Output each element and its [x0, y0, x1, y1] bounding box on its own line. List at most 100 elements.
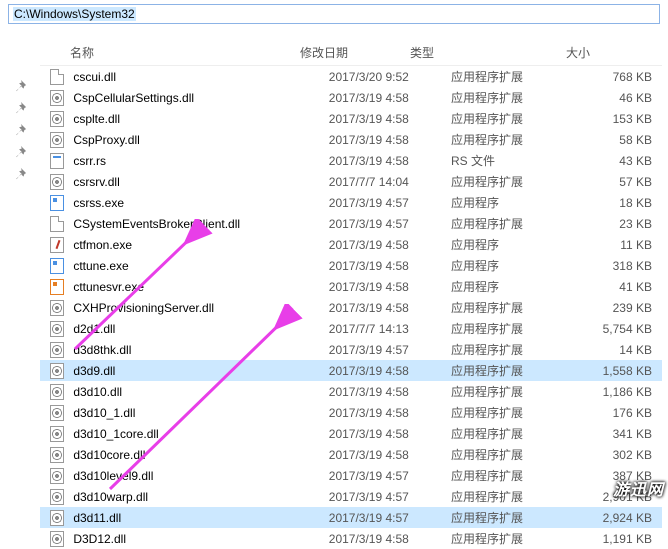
file-row[interactable]: csplte.dll2017/3/19 4:58应用程序扩展153 KB — [40, 108, 662, 129]
file-date: 2017/3/19 4:58 — [329, 129, 451, 150]
file-name: csrr.rs — [73, 150, 328, 171]
file-name: cttunesvr.exe — [73, 276, 328, 297]
file-name: cttune.exe — [73, 255, 328, 276]
file-row[interactable]: d2d1.dll2017/7/7 14:13应用程序扩展5,754 KB — [40, 318, 662, 339]
file-date: 2017/3/19 4:58 — [329, 150, 451, 171]
file-icon — [40, 108, 73, 129]
file-type: 应用程序扩展 — [451, 360, 562, 381]
file-size: 23 KB — [562, 213, 662, 234]
file-size: 14 KB — [562, 339, 662, 360]
file-size: 768 KB — [562, 66, 662, 87]
file-row[interactable]: cttune.exe2017/3/19 4:58应用程序318 KB — [40, 255, 662, 276]
file-size: 57 KB — [562, 171, 662, 192]
file-row[interactable]: CspCellularSettings.dll2017/3/19 4:58应用程… — [40, 87, 662, 108]
file-date: 2017/3/19 4:58 — [329, 234, 451, 255]
file-date: 2017/3/19 4:57 — [329, 486, 451, 507]
file-date: 2017/3/19 4:57 — [329, 465, 451, 486]
file-type: 应用程序扩展 — [451, 318, 562, 339]
file-row[interactable]: d3d10_1.dll2017/3/19 4:58应用程序扩展176 KB — [40, 402, 662, 423]
pin-icon[interactable] — [13, 145, 27, 159]
file-date: 2017/3/19 4:57 — [329, 213, 451, 234]
file-date: 2017/3/19 4:58 — [329, 297, 451, 318]
file-type: RS 文件 — [451, 150, 562, 171]
file-row[interactable]: d3d11.dll2017/3/19 4:57应用程序扩展2,924 KB — [40, 507, 662, 528]
file-row[interactable]: d3d10warp.dll2017/3/19 4:57应用程序扩展2,901 K… — [40, 486, 662, 507]
file-name: d3d10core.dll — [73, 444, 328, 465]
file-size: 41 KB — [562, 276, 662, 297]
pin-icon[interactable] — [13, 101, 27, 115]
file-type: 应用程序扩展 — [451, 423, 562, 444]
file-type: 应用程序扩展 — [451, 108, 562, 129]
file-date: 2017/3/19 4:58 — [329, 276, 451, 297]
file-icon — [40, 171, 73, 192]
file-row[interactable]: csrr.rs2017/3/19 4:58RS 文件43 KB — [40, 150, 662, 171]
file-size: 341 KB — [562, 423, 662, 444]
file-name: d2d1.dll — [73, 318, 328, 339]
header-name[interactable]: 名称 — [70, 44, 300, 61]
address-path[interactable]: C:\Windows\System32 — [13, 7, 136, 21]
file-row[interactable]: csrss.exe2017/3/19 4:57应用程序18 KB — [40, 192, 662, 213]
file-size: 2,924 KB — [562, 507, 662, 528]
file-icon — [40, 234, 73, 255]
file-row[interactable]: D3D12.dll2017/3/19 4:58应用程序扩展1,191 KB — [40, 528, 662, 549]
file-size: 46 KB — [562, 87, 662, 108]
file-type: 应用程序扩展 — [451, 87, 562, 108]
file-row[interactable]: CspProxy.dll2017/3/19 4:58应用程序扩展58 KB — [40, 129, 662, 150]
address-bar[interactable]: C:\Windows\System32 — [8, 4, 660, 24]
file-size: 153 KB — [562, 108, 662, 129]
header-date[interactable]: 修改日期 — [300, 44, 410, 61]
file-table: cscui.dll2017/3/20 9:52应用程序扩展768 KBCspCe… — [40, 66, 662, 549]
file-type: 应用程序 — [451, 192, 562, 213]
pin-icon[interactable] — [13, 79, 27, 93]
file-name: ctfmon.exe — [73, 234, 328, 255]
file-type: 应用程序 — [451, 255, 562, 276]
file-size: 318 KB — [562, 255, 662, 276]
file-icon — [40, 423, 73, 444]
file-name: d3d11.dll — [73, 507, 328, 528]
file-date: 2017/3/19 4:58 — [329, 423, 451, 444]
file-row[interactable]: d3d10.dll2017/3/19 4:58应用程序扩展1,186 KB — [40, 381, 662, 402]
file-icon — [40, 486, 73, 507]
file-date: 2017/3/19 4:58 — [329, 528, 451, 549]
file-type: 应用程序扩展 — [451, 339, 562, 360]
file-icon — [40, 255, 73, 276]
file-list-area: 名称 修改日期 类型 大小 cscui.dll2017/3/20 9:52应用程… — [40, 34, 668, 504]
pin-icon[interactable] — [13, 167, 27, 181]
file-row[interactable]: d3d8thk.dll2017/3/19 4:57应用程序扩展14 KB — [40, 339, 662, 360]
file-size: 58 KB — [562, 129, 662, 150]
file-date: 2017/3/19 4:58 — [329, 108, 451, 129]
file-icon — [40, 402, 73, 423]
file-row[interactable]: d3d10level9.dll2017/3/19 4:57应用程序扩展387 K… — [40, 465, 662, 486]
file-icon — [40, 192, 73, 213]
file-type: 应用程序扩展 — [451, 465, 562, 486]
file-row[interactable]: cttunesvr.exe2017/3/19 4:58应用程序41 KB — [40, 276, 662, 297]
file-row[interactable]: d3d9.dll2017/3/19 4:58应用程序扩展1,558 KB — [40, 360, 662, 381]
file-date: 2017/3/19 4:57 — [329, 339, 451, 360]
file-row[interactable]: d3d10core.dll2017/3/19 4:58应用程序扩展302 KB — [40, 444, 662, 465]
file-size: 302 KB — [562, 444, 662, 465]
file-row[interactable]: d3d10_1core.dll2017/3/19 4:58应用程序扩展341 K… — [40, 423, 662, 444]
file-name: CspCellularSettings.dll — [73, 87, 328, 108]
file-icon — [40, 318, 73, 339]
file-row[interactable]: ctfmon.exe2017/3/19 4:58应用程序11 KB — [40, 234, 662, 255]
file-row[interactable]: CXHProvisioningServer.dll2017/3/19 4:58应… — [40, 297, 662, 318]
file-type: 应用程序扩展 — [451, 444, 562, 465]
file-name: d3d10_1.dll — [73, 402, 328, 423]
header-type[interactable]: 类型 — [410, 44, 510, 61]
file-icon — [40, 129, 73, 150]
header-size[interactable]: 大小 — [510, 44, 600, 61]
file-type: 应用程序 — [451, 276, 562, 297]
pin-icon[interactable] — [13, 123, 27, 137]
file-icon — [40, 276, 73, 297]
file-type: 应用程序扩展 — [451, 507, 562, 528]
file-row[interactable]: cscui.dll2017/3/20 9:52应用程序扩展768 KB — [40, 66, 662, 87]
file-icon — [40, 66, 73, 87]
file-date: 2017/3/19 4:58 — [329, 87, 451, 108]
file-row[interactable]: CSystemEventsBrokerClient.dll2017/3/19 4… — [40, 213, 662, 234]
file-name: d3d9.dll — [73, 360, 328, 381]
file-icon — [40, 150, 73, 171]
file-size: 176 KB — [562, 402, 662, 423]
file-date: 2017/3/19 4:58 — [329, 360, 451, 381]
file-row[interactable]: csrsrv.dll2017/7/7 14:04应用程序扩展57 KB — [40, 171, 662, 192]
file-type: 应用程序扩展 — [451, 66, 562, 87]
